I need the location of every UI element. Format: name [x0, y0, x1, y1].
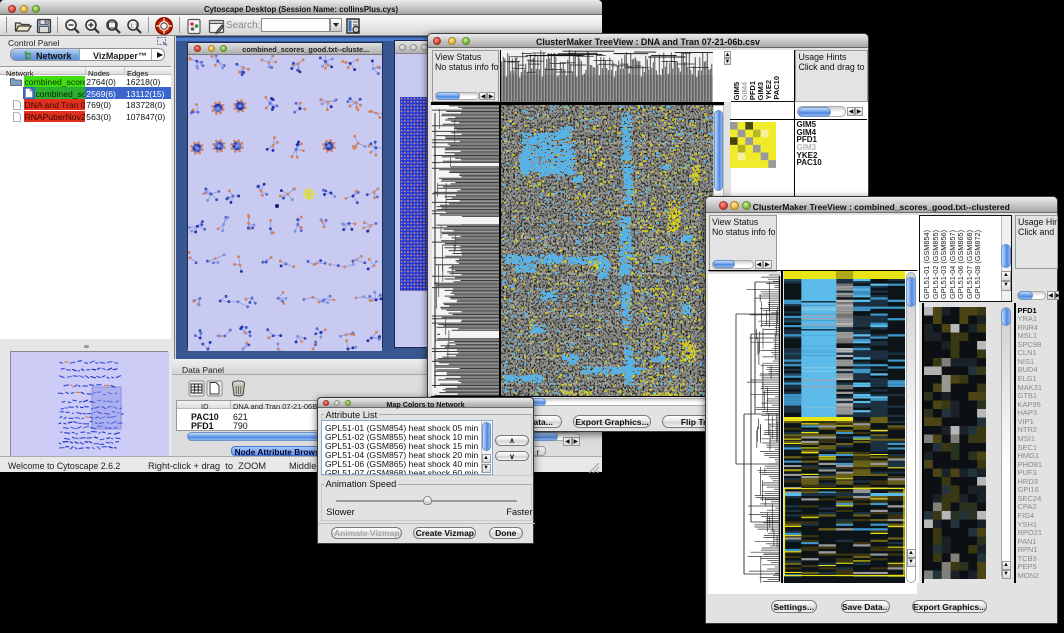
svg-text:1:1: 1:1: [130, 23, 138, 29]
